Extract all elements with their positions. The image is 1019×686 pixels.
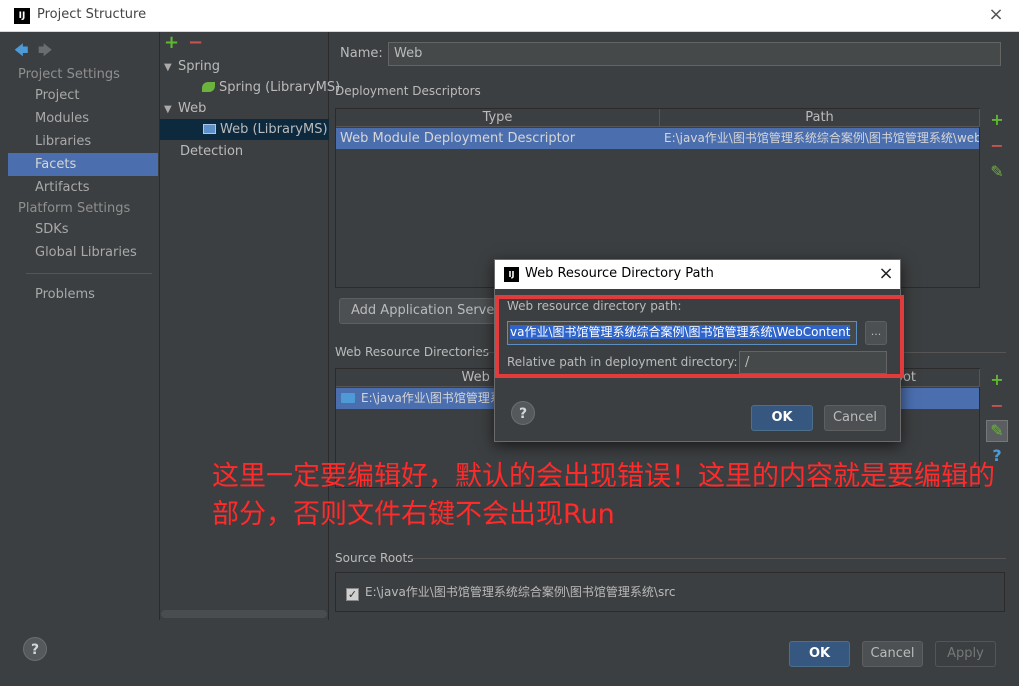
window-titlebar: IJ Project Structure × [0, 0, 1019, 32]
name-label: Name: [340, 46, 383, 61]
spring-leaf-icon [202, 82, 215, 92]
source-roots-list: ✓ E:\java作业\图书馆管理系统综合案例\图书馆管理系统\src [335, 572, 1005, 612]
folder-icon [341, 393, 355, 403]
cell-path: E:\java作业\图书馆管理系统综合案例\图书馆管理系统\web\ [664, 131, 979, 145]
annotation-text: 这里一定要编辑好，默认的会出现错误！这里的内容就是要编辑的部分，否则文件右键不会… [212, 461, 995, 530]
forward-arrow-icon[interactable]: 🡆 [38, 40, 52, 64]
column-header-type[interactable]: Type [336, 109, 660, 127]
source-roots-label: Source Roots [335, 551, 414, 565]
footer-ok-button[interactable]: OK [789, 641, 850, 667]
dialog-cancel-button[interactable]: Cancel [824, 405, 886, 431]
cell-type: Web Module Deployment Descriptor [340, 131, 576, 146]
tree-group-spring[interactable]: ▼ Spring [164, 56, 324, 77]
tree-group-web[interactable]: ▼ Web [164, 98, 324, 119]
nav-item-project[interactable]: Project [8, 84, 158, 107]
tree-horizontal-scrollbar[interactable] [161, 610, 327, 618]
expand-triangle-icon[interactable]: ▼ [164, 99, 178, 120]
dialog-close-icon[interactable]: × [876, 263, 896, 285]
nav-item-artifacts[interactable]: Artifacts [8, 176, 158, 199]
column-header-path[interactable]: Path [660, 109, 980, 127]
window-close-icon[interactable]: × [986, 5, 1006, 25]
tree-item-spring-libraryms[interactable]: Spring (LibraryMS) [202, 77, 340, 98]
footer-cancel-button[interactable]: Cancel [862, 641, 923, 667]
nav-item-global-libraries[interactable]: Global Libraries [8, 241, 158, 264]
web-resource-directories-label: Web Resource Directories [335, 345, 489, 359]
add-descriptor-icon[interactable]: + [987, 110, 1007, 129]
table-row[interactable]: Web Module Deployment Descriptor E:\java… [336, 128, 979, 149]
edit-resource-dir-icon[interactable]: ✎ [986, 420, 1008, 442]
add-resource-dir-icon[interactable]: + [987, 370, 1007, 389]
source-root-checkbox[interactable]: ✓ [346, 588, 359, 601]
list-item[interactable]: ✓ E:\java作业\图书馆管理系统综合案例\图书馆管理系统\src [346, 583, 675, 601]
nav-item-sdks[interactable]: SDKs [8, 218, 158, 241]
web-facet-icon [203, 124, 216, 134]
deployment-descriptors-label: Deployment Descriptors [335, 84, 481, 98]
dialog-ok-button[interactable]: OK [751, 405, 813, 431]
dialog-help-button[interactable]: ? [511, 401, 535, 425]
tree-item-web-libraryms[interactable]: Web (LibraryMS) [160, 119, 329, 140]
nav-item-modules[interactable]: Modules [8, 107, 158, 130]
dialog-title: Web Resource Directory Path [525, 266, 714, 281]
back-arrow-icon[interactable]: 🡄 [14, 40, 28, 64]
nav-item-problems[interactable]: Problems [8, 283, 158, 306]
intellij-logo-icon: IJ [504, 267, 519, 282]
footer-apply-button[interactable]: Apply [935, 641, 996, 667]
add-application-server-button[interactable]: Add Application Server s [339, 298, 509, 324]
edit-descriptor-icon[interactable]: ✎ [987, 162, 1007, 181]
tree-item-detection[interactable]: Detection [180, 141, 320, 162]
nav-item-facets[interactable]: Facets [8, 153, 158, 176]
nav-divider [26, 273, 152, 274]
project-settings-header: Project Settings [18, 67, 120, 82]
platform-settings-header: Platform Settings [18, 201, 131, 216]
remove-facet-icon[interactable]: − [188, 32, 203, 53]
nav-item-libraries[interactable]: Libraries [8, 130, 158, 153]
window-title: Project Structure [37, 7, 147, 22]
intellij-logo-icon: IJ [14, 8, 30, 24]
section-divider [408, 558, 1006, 559]
annotation-highlight-box [495, 295, 904, 378]
name-input[interactable]: Web [388, 42, 1001, 66]
add-facet-icon[interactable]: + [164, 32, 179, 53]
remove-descriptor-icon[interactable]: − [987, 136, 1007, 155]
footer-help-button[interactable]: ? [23, 637, 47, 661]
settings-nav: 🡄 🡆 Project Settings Project Modules Lib… [8, 32, 158, 620]
dialog-titlebar: IJ Web Resource Directory Path × [495, 260, 900, 289]
expand-triangle-icon[interactable]: ▼ [164, 57, 178, 78]
remove-resource-dir-icon[interactable]: − [987, 396, 1007, 415]
